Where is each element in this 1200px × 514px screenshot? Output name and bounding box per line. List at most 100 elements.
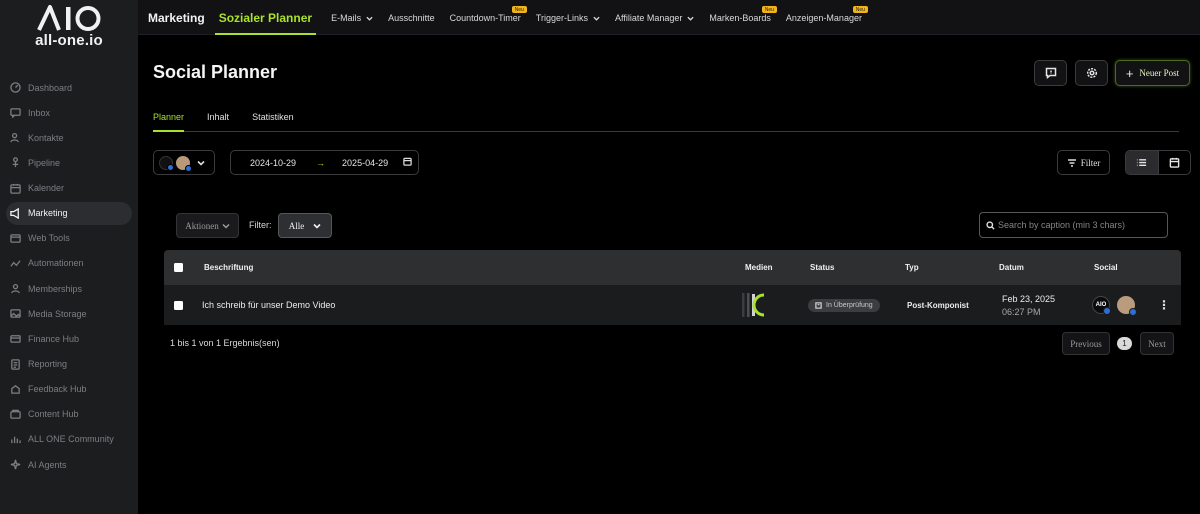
- tab-inhalt[interactable]: Inhalt: [207, 112, 229, 132]
- page-number-button[interactable]: 1: [1117, 337, 1132, 350]
- row-select-cell: [174, 285, 183, 325]
- sidebar-item-label: AI Agents: [28, 459, 67, 470]
- report-icon: [9, 358, 21, 370]
- finance-icon: [9, 333, 21, 345]
- topnav-item-social-planner[interactable]: Sozialer Planner: [214, 2, 317, 35]
- brand-logo[interactable]: all-one.io: [30, 4, 108, 49]
- header-type: Typ: [905, 263, 919, 272]
- topnav-item-label: Marken-Boards: [709, 12, 771, 23]
- new-badge: Neu: [761, 6, 777, 13]
- table-row[interactable]: Ich schreib für unser Demo Video In Über…: [164, 285, 1181, 325]
- date-range-picker[interactable]: 2024-10-29 → 2025-04-29: [230, 150, 419, 175]
- sidebar-item-automationen[interactable]: Automationen: [6, 252, 132, 275]
- sidebar-item-feedback-hub[interactable]: Feedback Hub: [6, 378, 132, 401]
- sidebar-item-label: Web Tools: [28, 233, 70, 244]
- view-toggle: [1125, 150, 1191, 175]
- header-caption[interactable]: Beschriftung: [204, 250, 253, 285]
- row-more-menu[interactable]: ⋮: [1158, 285, 1170, 325]
- sidebar-item-label: Pipeline: [28, 157, 61, 168]
- sidebar-nav: Dashboard Inbox Kontakte Pipeline Kalend…: [6, 76, 132, 478]
- sidebar-item-pipeline[interactable]: Pipeline: [6, 151, 132, 174]
- actions-label: Aktionen: [185, 220, 219, 231]
- sidebar-item-media-storage[interactable]: Media Storage: [6, 302, 132, 325]
- sparkle-icon: [9, 459, 21, 471]
- chevron-down-icon: [222, 223, 230, 229]
- sidebar-item-content-hub[interactable]: Content Hub: [6, 403, 132, 426]
- sidebar-item-reporting[interactable]: Reporting: [6, 353, 132, 376]
- date-from: 2024-10-29: [250, 157, 297, 168]
- row-caption[interactable]: Ich schreib für unser Demo Video: [202, 285, 335, 325]
- account-selector[interactable]: [153, 150, 215, 175]
- content-icon: [9, 408, 21, 420]
- topnav-item-countdown-timer[interactable]: Countdown-Timer Neu: [449, 0, 527, 35]
- pipeline-icon: [9, 157, 21, 169]
- social-network-dot: [185, 164, 192, 172]
- row-checkbox[interactable]: [174, 300, 183, 310]
- calendar-icon: [388, 157, 412, 168]
- topnav-item-label: Countdown-Timer: [449, 12, 521, 23]
- row-media-thumbnail[interactable]: [742, 285, 770, 325]
- arrow-right-icon: →: [316, 157, 326, 168]
- topnav-item-label: Anzeigen-Manager: [785, 12, 862, 23]
- sidebar-item-kontakte[interactable]: Kontakte: [6, 126, 132, 149]
- date-to: 2025-04-29: [342, 157, 389, 168]
- status-badge: In Überprüfung: [808, 298, 880, 312]
- members-icon: [9, 283, 21, 295]
- sidebar-item-finance-hub[interactable]: Finance Hub: [6, 327, 132, 350]
- new-badge: Neu: [511, 6, 527, 13]
- sidebar-item-dashboard[interactable]: Dashboard: [6, 76, 132, 99]
- main-content: Social Planner + Neuer Post Planner Inha…: [138, 36, 1200, 514]
- web-icon: [9, 232, 21, 244]
- topnav-item-anzeigen-manager[interactable]: Anzeigen-Manager Neu: [785, 0, 868, 35]
- actions-dropdown[interactable]: Aktionen: [176, 213, 239, 238]
- topnav-item-marken-boards[interactable]: Marken-Boards Neu: [709, 0, 777, 35]
- sidebar-item-inbox[interactable]: Inbox: [6, 101, 132, 124]
- list-view-button[interactable]: [1126, 151, 1158, 174]
- sidebar-item-label: Automationen: [28, 258, 84, 269]
- social-network-dot: [1129, 308, 1137, 316]
- page-tabs: Planner Inhalt Statistiken: [153, 112, 1179, 132]
- feedback-button[interactable]: [1034, 60, 1067, 86]
- message-alert-icon: [1045, 67, 1056, 79]
- sidebar-item-kalender[interactable]: Kalender: [6, 177, 132, 200]
- status-filter-select[interactable]: Alle: [278, 213, 332, 238]
- sidebar-item-label: Memberships: [28, 283, 83, 294]
- select-all-checkbox[interactable]: [174, 263, 183, 272]
- filter-button[interactable]: Filter: [1057, 150, 1110, 175]
- previous-page-button[interactable]: Previous: [1062, 332, 1110, 355]
- tab-planner[interactable]: Planner: [153, 112, 185, 132]
- brand-logo-text: all-one.io: [35, 32, 103, 49]
- sidebar-item-community[interactable]: ALL ONE Community: [6, 428, 132, 451]
- sidebar-item-memberships[interactable]: Memberships: [6, 277, 132, 300]
- social-network-dot: [1103, 307, 1111, 315]
- more-vertical-icon: ⋮: [1158, 298, 1170, 312]
- header-date[interactable]: Datum: [999, 250, 1024, 285]
- new-post-button[interactable]: + Neuer Post: [1115, 60, 1190, 86]
- next-page-button[interactable]: Next: [1140, 332, 1174, 355]
- status-filter-value: Alle: [288, 220, 305, 231]
- topnav-item-label: Affiliate Manager: [615, 12, 683, 23]
- calendar-view-button[interactable]: [1157, 151, 1191, 174]
- contacts-icon: [9, 132, 21, 144]
- settings-button[interactable]: [1075, 60, 1108, 86]
- review-icon: [815, 301, 822, 309]
- sidebar-item-label: Reporting: [28, 359, 68, 370]
- sidebar-item-marketing[interactable]: Marketing: [6, 201, 132, 225]
- topnav-item-ausschnitte[interactable]: Ausschnitte: [388, 0, 435, 35]
- topnav-item-affiliate-manager[interactable]: Affiliate Manager: [615, 0, 694, 35]
- sidebar-item-label: Feedback Hub: [28, 384, 87, 395]
- tab-statistiken[interactable]: Statistiken: [252, 112, 294, 132]
- social-avatar-person: [1117, 296, 1137, 316]
- results-count: 1 bis 1 von 1 Ergebnis(sen): [170, 338, 280, 348]
- media-thumbnail-image: [742, 293, 765, 317]
- search-input[interactable]: [998, 220, 1163, 230]
- sidebar-item-label: ALL ONE Community: [28, 434, 114, 445]
- topnav-item-emails[interactable]: E-Mails: [331, 0, 373, 35]
- header-status: Status: [810, 263, 835, 272]
- chevron-down-icon: [366, 14, 373, 21]
- topnav-item-trigger-links[interactable]: Trigger-Links: [536, 0, 600, 35]
- sidebar-item-ai-agents[interactable]: AI Agents: [6, 453, 132, 476]
- feedback-icon: [9, 383, 21, 395]
- sidebar-item-label: Content Hub: [28, 409, 79, 420]
- sidebar-item-web-tools[interactable]: Web Tools: [6, 227, 132, 250]
